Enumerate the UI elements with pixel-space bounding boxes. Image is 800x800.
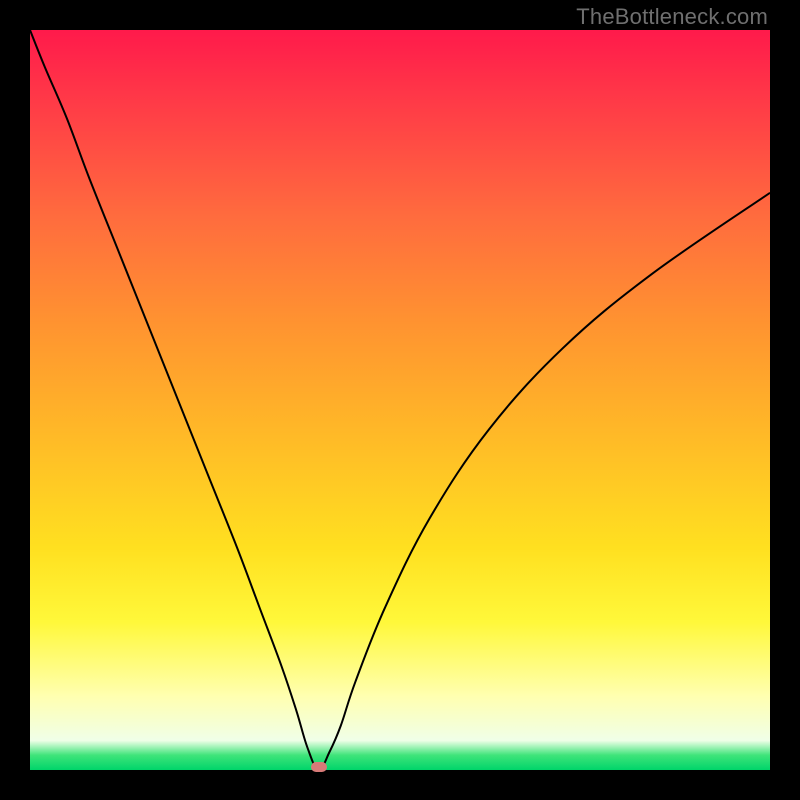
watermark-text: TheBottleneck.com (576, 4, 768, 30)
bottleneck-curve (30, 30, 770, 770)
chart-frame: TheBottleneck.com (0, 0, 800, 800)
minimum-marker (311, 762, 327, 772)
curve-svg (30, 30, 770, 770)
plot-area (30, 30, 770, 770)
